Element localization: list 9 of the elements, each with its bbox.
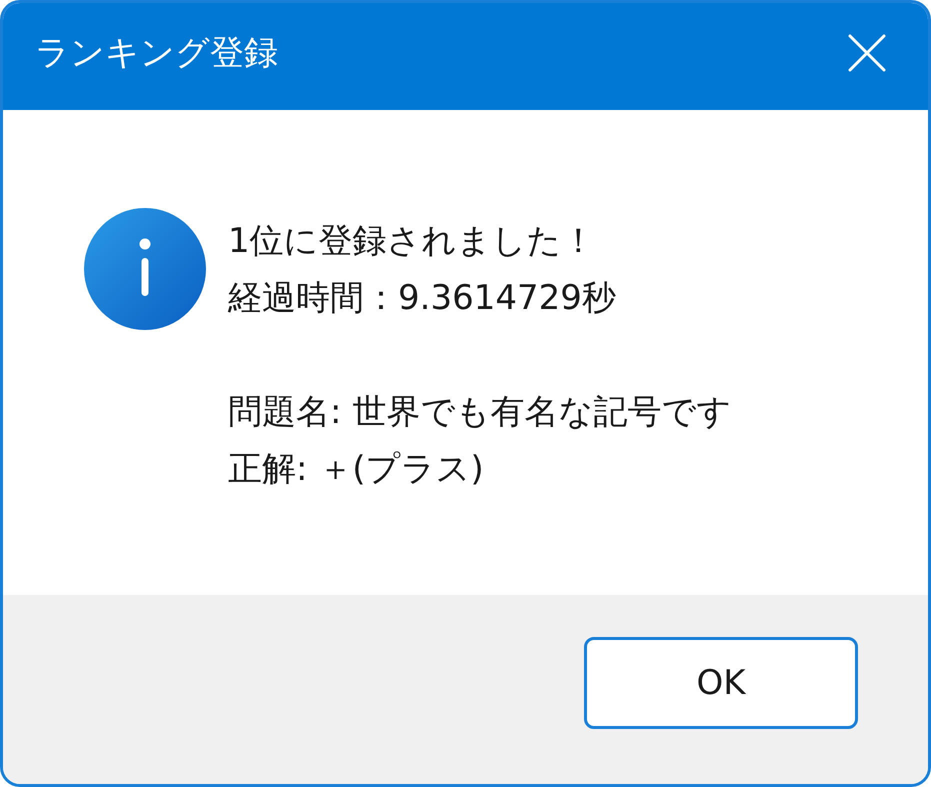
close-button[interactable] [848, 34, 886, 72]
message-text: 経過時間：9.3614729秒 [228, 277, 617, 320]
message-text: 正解: ＋(プラス) [228, 448, 485, 491]
message-text: 問題名: 世界でも有名な記号です [228, 391, 732, 434]
close-icon [848, 34, 886, 72]
info-icon [84, 208, 206, 330]
ok-button[interactable]: OK [584, 637, 858, 729]
window-title: ランキング登録 [35, 32, 278, 74]
message-text: 1位に登録されました！ [228, 220, 597, 263]
